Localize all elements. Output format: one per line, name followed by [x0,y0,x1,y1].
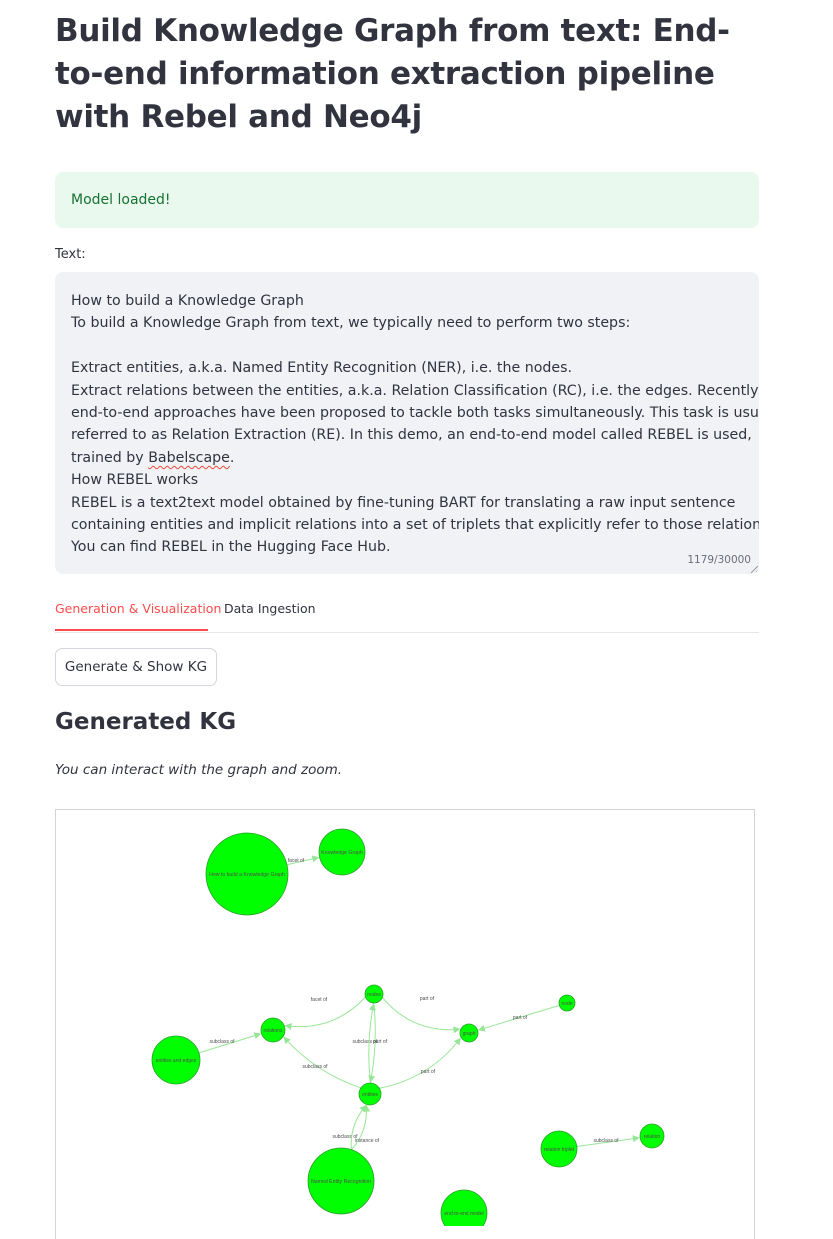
graph-edge-label: subclass of [593,1138,619,1144]
text-line: REBEL is a text2text model obtained by f… [71,494,736,511]
graph-node-label: relations [264,1028,283,1034]
graph-node-label: relation triplet [544,1147,575,1153]
graph-edge-label: part of [373,1039,388,1045]
graph-node-label: graph [463,1031,476,1037]
graph-node-e2e[interactable] [440,1189,488,1226]
active-tab-indicator [55,629,208,631]
graph-edge-label: part of [421,1069,436,1075]
graph-node-label: node [561,1001,572,1007]
text-line: You can find REBEL in the Hugging Face H… [71,539,391,556]
generate-show-kg-button[interactable]: Generate & Show KG [55,648,217,686]
graph-node-label: relation [644,1134,661,1140]
text-line: How REBEL works [71,472,199,489]
knowledge-graph-canvas[interactable]: facet of facet of part of part of subclass o… [55,809,755,1239]
tab-data-ingestion[interactable]: Data Ingestion [224,601,316,616]
graph-edge-label: subclass of [209,1039,235,1045]
text-line: referred to as Relation Extraction (RE).… [71,427,752,444]
success-alert: Model loaded! [55,172,759,228]
graph-caption: You can interact with the graph and zoom… [55,762,343,778]
nodes-layer: How to build a Knowledge Graph Knowledge … [151,828,665,1226]
text-label: Text: [55,247,86,262]
text-line: Extract relations between the entities, … [71,382,759,399]
graph-node-label: nodes [367,992,381,998]
section-heading: Generated KG [55,709,237,735]
tab-generation-visualization[interactable]: Generation & Visualization [55,601,221,616]
graph-edge[interactable] [379,1037,461,1089]
page-title: Build Knowledge Graph from text: End-to-… [55,13,730,135]
graph-node-label: end-to-end model [444,1211,483,1217]
text-line-trained-by: trained by Babelscape. [71,447,743,469]
text-line-prefix: trained by [71,449,149,466]
graph-node-label: Named Entity Recognition [311,1179,371,1185]
graph-edge-label: part of [420,996,435,1002]
graph-edge-label: part of [513,1015,528,1021]
graph-edge-label: subclass of [302,1064,328,1070]
tab-bar: Generation & Visualization Data Ingestio… [55,596,759,633]
text-line [71,335,743,357]
graph-edge[interactable] [381,997,461,1034]
graph-node-label: entities and edges [156,1058,197,1064]
success-alert-text: Model loaded! [71,192,171,208]
text-line: containing entities and implicit relatio… [71,517,759,534]
char-count: 1179/30000 [687,553,751,566]
text-input[interactable]: How to build a Knowledge Graph To build … [55,272,759,574]
graph-edge-label: instance of [355,1138,380,1144]
text-line: How to build a Knowledge Graph [71,293,304,309]
knowledge-graph-svg[interactable]: facet of facet of part of part of subclass o… [55,809,755,1226]
text-line-suffix: . [229,449,235,466]
resize-handle-icon[interactable] [751,566,758,573]
graph-node-label: entities [362,1092,378,1098]
text-line: end-to-end approaches have been proposed… [71,405,759,422]
graph-edge-label: facet of [311,997,328,1003]
spellcheck-flagged-word: Babelscape [148,449,230,466]
graph-edge-label: facet of [288,858,305,864]
graph-edge[interactable] [283,1036,361,1089]
graph-node-label: How to build a Knowledge Graph [209,872,285,878]
graph-node-label: Knowledge Graph [321,850,363,856]
text-line: To build a Knowledge Graph from text, we… [71,315,631,332]
text-line: Extract entities, a.k.a. Named Entity Re… [71,360,573,377]
